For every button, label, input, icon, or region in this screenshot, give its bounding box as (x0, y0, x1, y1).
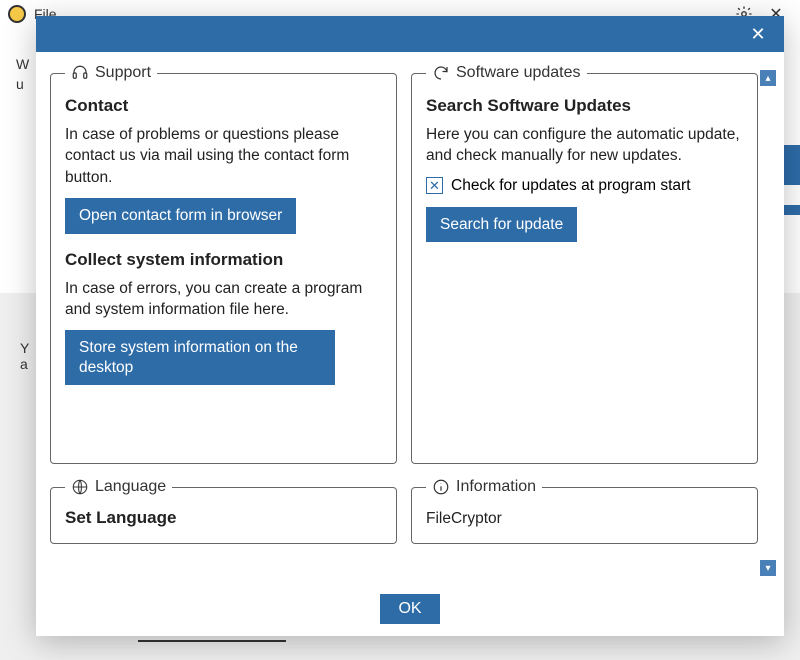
refresh-icon (432, 64, 450, 82)
contact-text: In case of problems or questions please … (65, 124, 382, 188)
dialog-footer: OK (36, 582, 784, 636)
search-for-update-button[interactable]: Search for update (426, 207, 577, 242)
bg-side-button-2[interactable] (784, 205, 800, 215)
dialog-close-icon[interactable]: ✕ (740, 16, 776, 52)
bg-underline (138, 640, 286, 642)
updates-text: Here you can configure the automatic upd… (426, 124, 743, 167)
support-group: Support Contact In case of problems or q… (50, 64, 397, 464)
collect-text: In case of errors, you can create a prog… (65, 278, 382, 321)
dialog-scrollbar[interactable]: ▴ ▾ (760, 70, 776, 576)
updates-heading: Search Software Updates (426, 96, 743, 116)
language-group: Language Set Language (50, 478, 397, 544)
check-updates-row: ✕ Check for updates at program start (426, 177, 743, 195)
settings-dialog: ✕ ▴ ▾ Support Contact In case of problem… (36, 16, 784, 636)
store-system-info-button[interactable]: Store system information on the desktop (65, 330, 335, 385)
dialog-title-bar: ✕ (36, 16, 784, 52)
bg-left-text: Ya (20, 340, 29, 372)
collect-heading: Collect system information (65, 250, 382, 270)
updates-legend: Software updates (426, 64, 587, 82)
check-updates-checkbox[interactable]: ✕ (426, 177, 443, 194)
info-icon (432, 478, 450, 496)
support-legend: Support (65, 64, 157, 82)
information-legend: Information (426, 478, 542, 496)
information-group: Information FileCryptor (411, 478, 758, 544)
open-contact-form-button[interactable]: Open contact form in browser (65, 198, 296, 233)
updates-group: Software updates Search Software Updates… (411, 64, 758, 464)
bg-text: Wu (16, 55, 29, 94)
ok-button[interactable]: OK (380, 594, 439, 624)
bg-side-button-1[interactable] (784, 145, 800, 185)
language-legend: Language (65, 478, 172, 496)
app-name: FileCryptor (426, 508, 743, 529)
check-updates-label: Check for updates at program start (451, 177, 691, 195)
headset-icon (71, 64, 89, 82)
globe-icon (71, 478, 89, 496)
dialog-body: ▴ ▾ Support Contact In case of problems … (36, 52, 784, 582)
scroll-down-icon[interactable]: ▾ (760, 560, 776, 576)
contact-heading: Contact (65, 96, 382, 116)
app-logo-icon (8, 5, 26, 23)
scroll-up-icon[interactable]: ▴ (760, 70, 776, 86)
set-language-heading: Set Language (65, 508, 382, 528)
